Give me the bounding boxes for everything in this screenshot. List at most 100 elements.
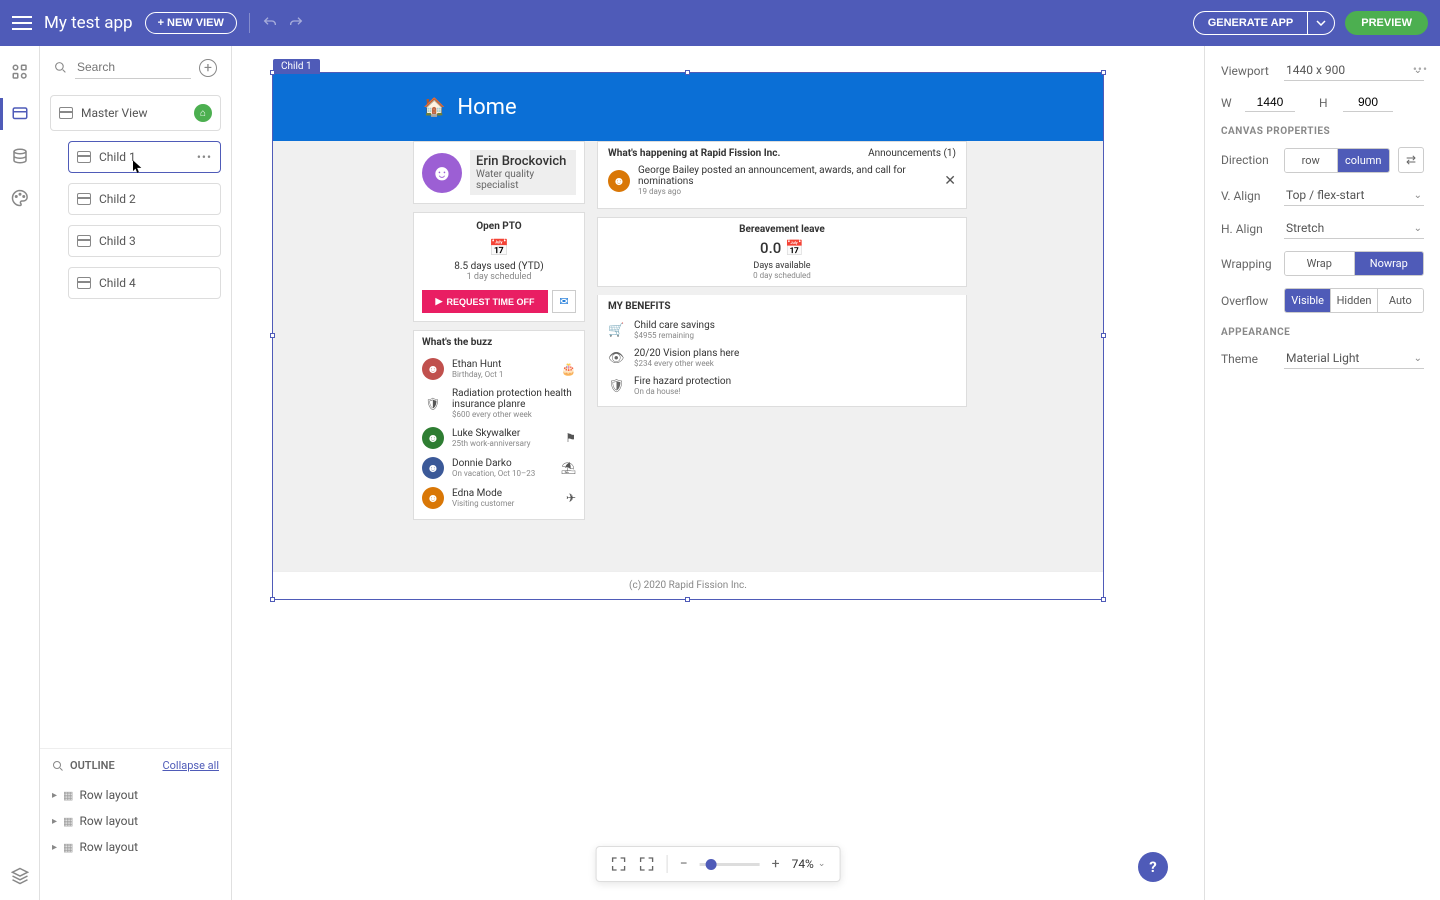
overflow-label: Overflow	[1221, 294, 1276, 308]
more-icon[interactable]: •••	[197, 150, 212, 164]
child-view-label: Child 1	[99, 150, 136, 164]
undo-icon[interactable]	[262, 15, 278, 31]
canvas-area[interactable]: Child 1 🏠 Home ☻	[232, 46, 1204, 900]
close-icon[interactable]: ✕	[944, 173, 956, 189]
child-view-3[interactable]: Child 3	[68, 225, 221, 257]
theme-label: Theme	[1221, 352, 1276, 366]
new-view-button[interactable]: + NEW VIEW	[145, 12, 237, 34]
zoom-value-dropdown[interactable]: 74%⌄	[792, 857, 826, 871]
outline-item-label: Row layout	[79, 840, 138, 854]
buzz-type-icon: ✈	[566, 491, 576, 505]
overflow-hidden[interactable]: Hidden	[1330, 289, 1376, 312]
pto-card: Open PTO 📅 8.5 days used (YTD) 1 day sch…	[413, 212, 585, 322]
avatar: ☻	[422, 487, 444, 509]
resize-handle[interactable]	[1101, 597, 1106, 602]
direction-column[interactable]: column	[1337, 149, 1390, 172]
components-icon[interactable]	[8, 60, 32, 84]
direction-label: Direction	[1221, 153, 1276, 167]
child-view-1[interactable]: Child 1 •••	[68, 141, 221, 173]
direction-toggle[interactable]: row column	[1284, 148, 1390, 173]
bereavement-card: Bereavement leave 0.0📅 Days available 0 …	[597, 217, 967, 287]
benefit-icon: 🛒	[608, 323, 624, 338]
wrap-option[interactable]: Wrap	[1285, 252, 1354, 275]
more-icon[interactable]: •••	[1413, 62, 1428, 76]
benefit-sub: $4955 remaining	[634, 331, 715, 340]
resize-handle[interactable]	[270, 333, 275, 338]
mail-button[interactable]: ✉	[552, 290, 576, 313]
buzz-name: Donnie Darko	[452, 458, 553, 469]
child-view-label: Child 3	[99, 234, 136, 248]
separator	[249, 13, 250, 33]
add-view-button[interactable]: +	[199, 59, 217, 77]
announcements-count: Announcements (1)	[868, 148, 956, 159]
resize-handle[interactable]	[270, 597, 275, 602]
resize-handle[interactable]	[270, 70, 275, 75]
theme-dropdown[interactable]: Material Light⌄	[1284, 348, 1424, 369]
overflow-visible[interactable]: Visible	[1285, 289, 1330, 312]
benefit-name: 20/20 Vision plans here	[634, 348, 739, 359]
height-input[interactable]	[1343, 93, 1393, 112]
resize-handle[interactable]	[685, 597, 690, 602]
outline-item[interactable]: ▸▦Row layout	[40, 834, 231, 860]
benefit-icon: 🛡	[608, 379, 624, 394]
search-input[interactable]	[75, 56, 191, 79]
generate-app-dropdown[interactable]	[1307, 11, 1335, 35]
swap-icon[interactable]: ⇄	[1398, 147, 1424, 173]
child-view-2[interactable]: Child 2	[68, 183, 221, 215]
preview-frame[interactable]: Child 1 🏠 Home ☻	[272, 72, 1104, 600]
valign-dropdown[interactable]: Top / flex-start⌄	[1284, 185, 1424, 206]
resize-handle[interactable]	[1101, 333, 1106, 338]
top-app-bar: My test app + NEW VIEW GENERATE APP PREV…	[0, 0, 1440, 46]
wrap-toggle[interactable]: Wrap Nowrap	[1284, 251, 1424, 276]
announcements-title: What's happening at Rapid Fission Inc.	[608, 148, 780, 159]
selection-label: Child 1	[273, 59, 320, 74]
pto-title: Open PTO	[422, 221, 576, 232]
child-view-label: Child 2	[99, 192, 136, 206]
theme-icon[interactable]	[8, 186, 32, 210]
calendar-icon: 📅	[422, 238, 576, 257]
outline-item[interactable]: ▸▦Row layout	[40, 808, 231, 834]
menu-icon[interactable]	[12, 16, 32, 30]
announcement-text: George Bailey posted an announcement, aw…	[638, 165, 936, 187]
fullscreen-icon[interactable]	[639, 856, 655, 872]
width-input[interactable]	[1245, 93, 1295, 112]
profile-name: Erin Brockovich	[476, 154, 570, 169]
viewport-dropdown[interactable]: 1440 x 900⌄	[1284, 60, 1424, 81]
buzz-item: ☻Luke Skywalker25th work-anniversary⚑	[422, 423, 576, 453]
preview-button[interactable]: PREVIEW	[1345, 11, 1428, 35]
fit-icon[interactable]	[611, 856, 627, 872]
redo-icon[interactable]	[288, 15, 304, 31]
bereave-number: 0.0	[760, 239, 781, 257]
overflow-toggle[interactable]: Visible Hidden Auto	[1284, 288, 1424, 313]
zoom-in-button[interactable]: +	[772, 856, 780, 872]
buzz-sub: 25th work-anniversary	[452, 439, 557, 448]
buzz-type-icon: ⛱	[561, 461, 576, 475]
avatar: ☻	[422, 427, 444, 449]
avatar: ☻	[608, 170, 630, 192]
collapse-all-link[interactable]: Collapse all	[162, 759, 219, 772]
buzz-sub: $600 every other week	[452, 410, 576, 419]
child-view-4[interactable]: Child 4	[68, 267, 221, 299]
zoom-out-button[interactable]: −	[680, 856, 688, 872]
zoom-slider[interactable]	[700, 863, 760, 866]
resize-handle[interactable]	[685, 70, 690, 75]
generate-app-button[interactable]: GENERATE APP	[1193, 11, 1308, 35]
outline-title: OUTLINE	[70, 759, 115, 772]
views-icon[interactable]	[8, 102, 32, 126]
nowrap-option[interactable]: Nowrap	[1354, 252, 1424, 275]
resize-handle[interactable]	[1101, 70, 1106, 75]
left-panel: + Master View ⌂ Child 1 ••• Child 2	[40, 46, 232, 900]
benefit-name: Fire hazard protection	[634, 376, 731, 387]
outline-item[interactable]: ▸▦Row layout	[40, 782, 231, 808]
request-time-off-button[interactable]: ▶REQUEST TIME OFF	[422, 290, 548, 313]
master-view-item[interactable]: Master View ⌂	[50, 95, 221, 131]
data-icon[interactable]	[8, 144, 32, 168]
pto-scheduled: 1 day scheduled	[422, 272, 576, 282]
halign-dropdown[interactable]: Stretch⌄	[1284, 218, 1424, 239]
layers-icon[interactable]	[8, 864, 32, 888]
help-button[interactable]: ?	[1138, 852, 1168, 882]
direction-row[interactable]: row	[1285, 149, 1337, 172]
buzz-item: 🛡Radiation protection health insurance p…	[422, 384, 576, 423]
buzz-item: ☻Ethan HuntBirthday, Oct 1🎂	[422, 354, 576, 384]
overflow-auto[interactable]: Auto	[1377, 289, 1423, 312]
